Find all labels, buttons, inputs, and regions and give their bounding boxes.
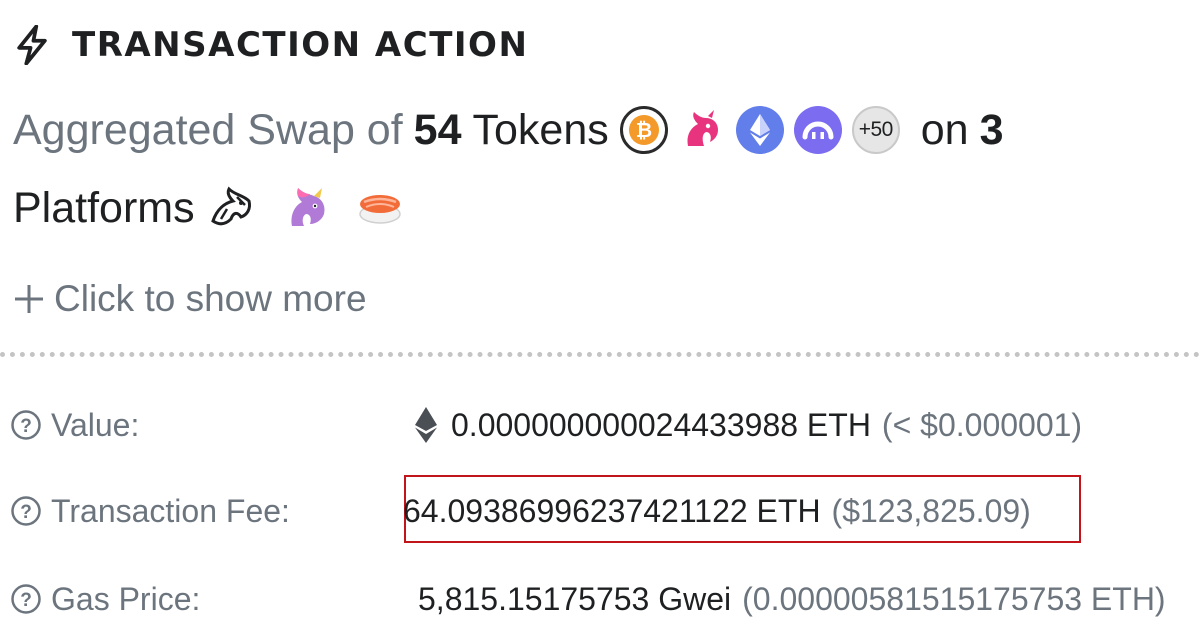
fee-amount: 64.09386996237421122 ETH — [403, 492, 821, 529]
gas-eth: (0.00000581515175753 ETH) — [742, 580, 1166, 617]
question-circle-icon[interactable]: ? — [10, 495, 42, 527]
value-amount: 0.000000000024433988 ETH — [451, 406, 871, 443]
value-label-text: Value: — [51, 406, 140, 443]
on-word: on — [920, 106, 969, 154]
transaction-fee-label: ? Transaction Fee: — [10, 493, 410, 530]
gas-price-label: ? Gas Price: — [10, 581, 410, 618]
svg-text:?: ? — [20, 590, 32, 611]
tokens-word: Tokens — [472, 106, 609, 154]
platforms-line: Platforms — [13, 182, 428, 234]
pool-token-icon[interactable] — [793, 106, 842, 154]
action-type: Aggregated Swap of — [13, 106, 403, 154]
platform-count: 3 — [979, 106, 1004, 154]
show-more-link[interactable]: Click to show more — [12, 278, 367, 320]
section-title: TRANSACTION ACTION — [72, 25, 529, 65]
show-more-label[interactable]: Click to show more — [54, 278, 367, 320]
svg-text:?: ? — [20, 502, 32, 523]
svg-text:?: ? — [20, 416, 32, 437]
svg-text:₿: ₿ — [636, 118, 652, 142]
fee-usd: ($123,825.09) — [831, 492, 1031, 529]
more-tokens-badge[interactable]: +50 — [851, 106, 900, 154]
ethereum-token-icon[interactable] — [735, 106, 784, 154]
gas-price-row: ? Gas Price: 5,815.15175753 Gwei (0.0000… — [10, 574, 1200, 624]
platforms-word: Platforms — [13, 184, 195, 232]
value-label: ? Value: — [10, 407, 410, 444]
question-circle-icon[interactable]: ? — [10, 583, 42, 615]
gas-amount: 5,815.15175753 Gwei — [418, 580, 732, 617]
plus-icon — [15, 285, 43, 313]
section-divider — [0, 352, 1200, 357]
token-count: 54 — [413, 106, 462, 154]
fee-amount-group: 64.09386996237421122 ETH ($123,825.09) — [403, 493, 1031, 530]
section-header: TRANSACTION ACTION — [14, 22, 528, 68]
uniswap-token-icon[interactable] — [678, 106, 726, 154]
gas-amount-group: 5,815.15175753 Gwei (0.00000581515175753… — [418, 581, 1166, 618]
lightning-bolt-icon — [17, 25, 47, 65]
value-row: ? Value: 0.000000000024433988 ETH (< $0.… — [10, 400, 1200, 450]
question-circle-icon[interactable]: ? — [10, 409, 42, 441]
value-usd: (< $0.000001) — [881, 406, 1083, 443]
1inch-platform-icon[interactable] — [206, 182, 258, 234]
transaction-fee-row: ? Transaction Fee: 64.09386996237421122 … — [10, 486, 1200, 536]
transaction-fee-label-text: Transaction Fee: — [51, 492, 290, 529]
ethereum-icon — [415, 407, 437, 443]
gas-price-label-text: Gas Price: — [51, 580, 201, 617]
bitcoin-token-icon[interactable]: ₿ — [619, 106, 668, 154]
sushiswap-platform-icon[interactable] — [354, 182, 406, 234]
value-amount-group: 0.000000000024433988 ETH (< $0.000001) — [415, 407, 1082, 444]
uniswap-platform-icon[interactable] — [280, 182, 332, 234]
transaction-action-summary: Aggregated Swap of 54 Tokens ₿ +50 on 3 — [13, 104, 1004, 156]
